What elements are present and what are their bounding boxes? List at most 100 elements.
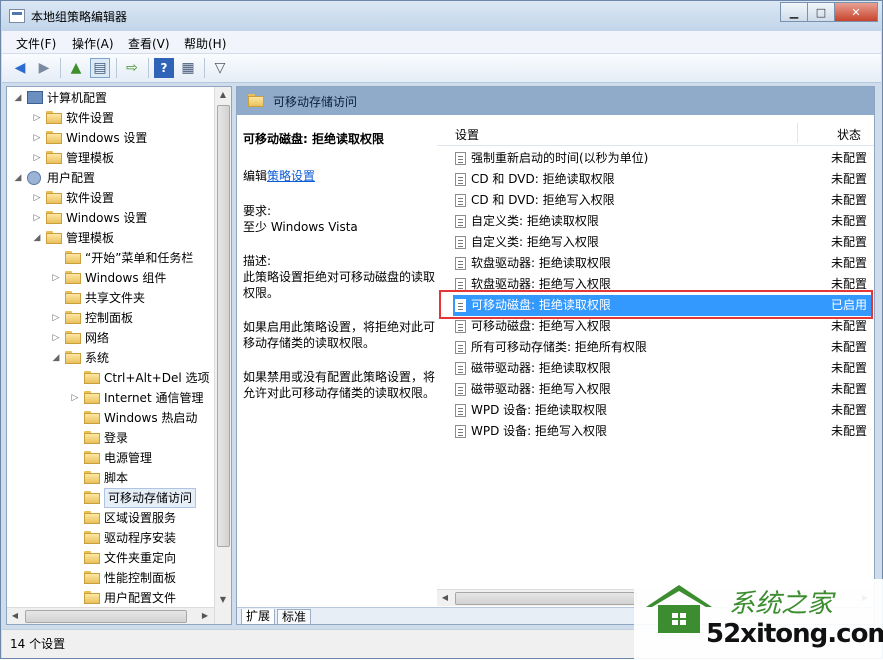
tree-item-label: 用户配置文件 <box>104 591 177 605</box>
tree-item[interactable]: ▷ 管理模板 <box>7 148 215 168</box>
setting-row[interactable]: 磁带驱动器: 拒绝读取权限 未配置 <box>453 358 873 379</box>
tree-scroll-thumb[interactable] <box>217 105 230 547</box>
edit-policy-link[interactable]: 策略设置 <box>267 169 315 183</box>
setting-row[interactable]: 自定义类: 拒绝写入权限 未配置 <box>453 232 873 253</box>
setting-row[interactable]: 软盘驱动器: 拒绝写入权限 未配置 <box>453 274 873 295</box>
close-button[interactable]: ✕ <box>834 2 878 22</box>
setting-row[interactable]: CD 和 DVD: 拒绝读取权限 未配置 <box>453 169 873 190</box>
tree-item[interactable]: 电源管理 <box>7 448 215 468</box>
tree-item[interactable]: 用户配置文件 <box>7 588 215 608</box>
setting-row[interactable]: 可移动磁盘: 拒绝读取权限 已启用 <box>453 295 873 316</box>
up-level-button[interactable]: ▲ <box>66 58 86 78</box>
tree-item[interactable]: ▷ 网络 <box>7 328 215 348</box>
list-hscroll-thumb[interactable] <box>455 592 637 605</box>
forward-button[interactable]: ▶ <box>34 58 54 78</box>
computer-icon <box>27 91 43 104</box>
properties-button[interactable]: ▦ <box>178 58 198 78</box>
expand-arrow-icon[interactable]: ▷ <box>32 148 42 168</box>
tree-item-label: Windows 设置 <box>66 211 148 225</box>
tree-item[interactable]: 性能控制面板 <box>7 568 215 588</box>
export-list-button[interactable]: ⇨ <box>122 58 142 78</box>
scroll-right-icon[interactable]: ▶ <box>197 608 213 624</box>
tree-item[interactable]: ▷ 控制面板 <box>7 308 215 328</box>
tab-extended[interactable]: 扩展 <box>241 609 276 624</box>
tree-item[interactable]: ◢ 计算机配置 <box>7 88 215 108</box>
tree-item[interactable]: “开始”菜单和任务栏 <box>7 248 215 268</box>
tree-item[interactable]: ◢ 管理模板 <box>7 228 215 248</box>
tab-standard[interactable]: 标准 <box>277 609 312 624</box>
back-button[interactable]: ◀ <box>10 58 30 78</box>
folder-icon <box>46 231 62 244</box>
folder-icon <box>84 371 100 384</box>
maximize-button[interactable]: □ <box>807 2 835 22</box>
tree-item[interactable]: ▷ Windows 设置 <box>7 208 215 228</box>
edit-prefix: 编辑 <box>243 169 268 183</box>
collapse-arrow-icon[interactable]: ◢ <box>51 348 61 368</box>
setting-row[interactable]: 磁带驱动器: 拒绝写入权限 未配置 <box>453 379 873 400</box>
setting-row[interactable]: 可移动磁盘: 拒绝写入权限 未配置 <box>453 316 873 337</box>
title-bar[interactable]: 本地组策略编辑器 ▁ □ ✕ <box>1 1 882 31</box>
tree-item[interactable]: ▷ Internet 通信管理 <box>7 388 215 408</box>
details-header: 可移动存储访问 <box>237 87 874 115</box>
tree-item[interactable]: 可移动存储访问 <box>7 488 215 508</box>
setting-name: 磁带驱动器: 拒绝写入权限 <box>471 382 611 396</box>
expand-arrow-icon[interactable]: ▷ <box>51 328 61 348</box>
tree-item[interactable]: ◢ 系统 <box>7 348 215 368</box>
setting-row[interactable]: WPD 设备: 拒绝读取权限 未配置 <box>453 400 873 421</box>
tree-item[interactable]: ◢ 用户配置 <box>7 168 215 188</box>
tree-hscroll-thumb[interactable] <box>25 610 187 623</box>
scroll-up-icon[interactable]: ▲ <box>215 87 231 103</box>
setting-row[interactable]: 自定义类: 拒绝读取权限 未配置 <box>453 211 873 232</box>
expand-arrow-icon[interactable]: ▷ <box>51 268 61 288</box>
tree-item[interactable]: 文件夹重定向 <box>7 548 215 568</box>
tree-item[interactable]: 驱动程序安装 <box>7 528 215 548</box>
tree-item[interactable]: ▷ 软件设置 <box>7 188 215 208</box>
column-setting[interactable]: 设置 <box>455 126 479 143</box>
tree-horizontal-scrollbar[interactable]: ◀ ▶ <box>7 607 214 624</box>
tree-item[interactable]: ▷ 软件设置 <box>7 108 215 128</box>
help-button[interactable]: ? <box>154 58 174 78</box>
expand-arrow-icon[interactable]: ▷ <box>32 128 42 148</box>
setting-row[interactable]: CD 和 DVD: 拒绝写入权限 未配置 <box>453 190 873 211</box>
forward-arrow-icon: ▶ <box>38 60 50 76</box>
minimize-button[interactable]: ▁ <box>780 2 808 22</box>
setting-row[interactable]: 所有可移动存储类: 拒绝所有权限 未配置 <box>453 337 873 358</box>
collapse-arrow-icon[interactable]: ◢ <box>32 228 42 248</box>
setting-row[interactable]: 软盘驱动器: 拒绝读取权限 未配置 <box>453 253 873 274</box>
tree-item[interactable]: ▷ Windows 设置 <box>7 128 215 148</box>
tree-item[interactable]: 脚本 <box>7 468 215 488</box>
tree-item[interactable]: 区域设置服务 <box>7 508 215 528</box>
tree-item[interactable]: 共享文件夹 <box>7 288 215 308</box>
menu-help[interactable]: 帮助(H) <box>184 35 226 52</box>
column-divider[interactable] <box>797 123 798 143</box>
scroll-left-icon[interactable]: ◀ <box>437 590 453 606</box>
scroll-down-icon[interactable]: ▼ <box>215 592 231 608</box>
tree-item[interactable]: Windows 热启动 <box>7 408 215 428</box>
tree-item[interactable]: Ctrl+Alt+Del 选项 <box>7 368 215 388</box>
setting-row[interactable]: WPD 设备: 拒绝写入权限 未配置 <box>453 421 873 442</box>
menu-action[interactable]: 操作(A) <box>72 35 114 52</box>
menu-bar: 文件(F) 操作(A) 查看(V) 帮助(H) <box>2 31 881 54</box>
collapse-arrow-icon[interactable]: ◢ <box>13 168 23 188</box>
show-hide-tree-button[interactable]: ▤ <box>90 58 110 78</box>
setting-name: 软盘驱动器: 拒绝写入权限 <box>471 277 611 291</box>
expand-arrow-icon[interactable]: ▷ <box>32 188 42 208</box>
scroll-left-icon[interactable]: ◀ <box>7 608 23 624</box>
menu-file[interactable]: 文件(F) <box>16 35 56 52</box>
expand-arrow-icon[interactable]: ▷ <box>32 208 42 228</box>
collapse-arrow-icon[interactable]: ◢ <box>13 88 23 108</box>
tree-item[interactable]: ▷ Windows 组件 <box>7 268 215 288</box>
toolbar-separator <box>60 58 61 78</box>
setting-row[interactable]: 强制重新启动的时间(以秒为单位) 未配置 <box>453 148 873 169</box>
console-tree: ◢ 计算机配置 ▷ 软件设置 ▷ Windows 设置 ▷ 管理模板 ◢ 用户配置 ▷ 软件设置 ▷ Wi… <box>6 86 232 625</box>
filter-button[interactable]: ▽ <box>210 58 230 78</box>
column-state[interactable]: 状态 <box>837 126 861 143</box>
menu-view[interactable]: 查看(V) <box>128 35 170 52</box>
tree-vertical-scrollbar[interactable]: ▲ ▼ <box>214 87 231 624</box>
expand-arrow-icon[interactable]: ▷ <box>51 308 61 328</box>
expand-arrow-icon[interactable]: ▷ <box>32 108 42 128</box>
tree-item-label: 系统 <box>85 351 110 365</box>
expand-arrow-icon[interactable]: ▷ <box>70 388 80 408</box>
tree-item[interactable]: 登录 <box>7 428 215 448</box>
status-text: 14 个设置 <box>10 637 66 651</box>
